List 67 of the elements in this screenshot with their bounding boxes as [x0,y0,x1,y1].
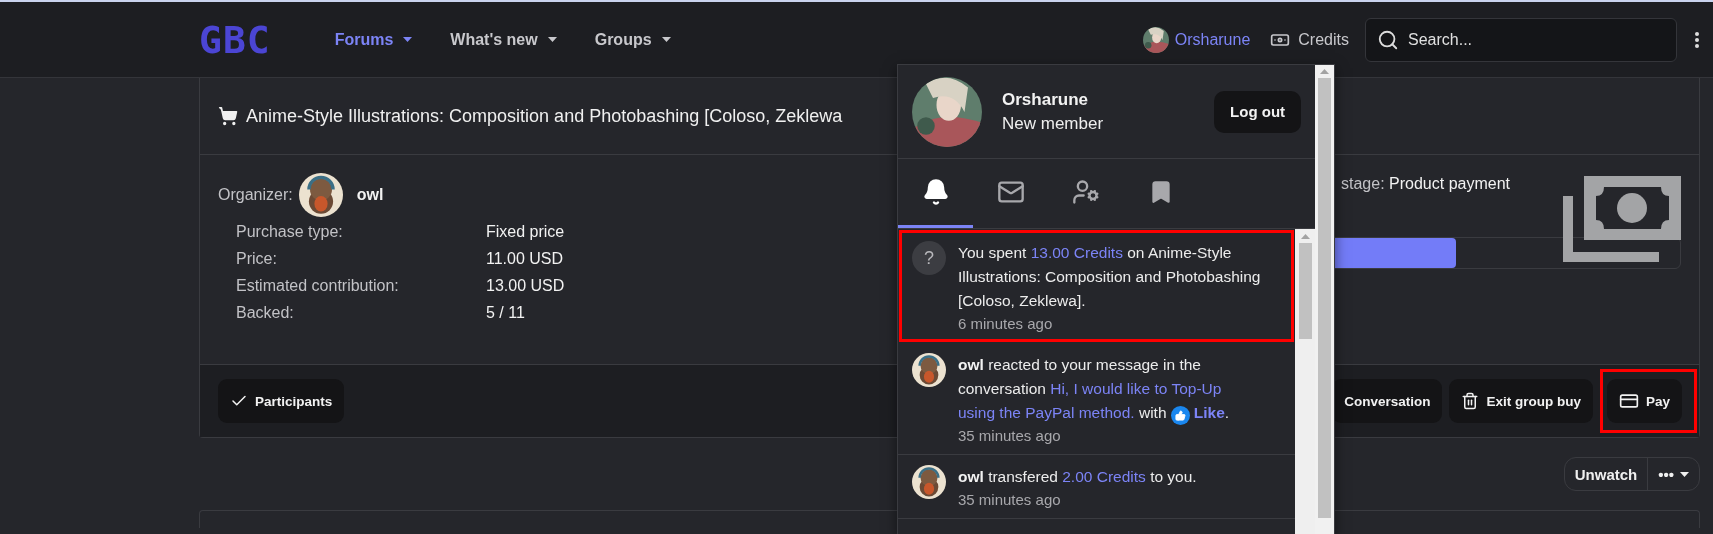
notification-text: owl reacted to your message in the conversation Hi, I would like to Top-Up using the PayPal method. with Like. [958,353,1284,425]
unwatch-button[interactable]: Unwatch [1564,458,1648,490]
caret-icon [661,37,671,42]
avatar [912,465,946,499]
bell-icon [921,178,950,206]
detail-value: 13.00 USD [486,277,566,295]
notification-text: owl transfered 2.00 Credits to you. [958,467,1198,487]
nav-tab[interactable]: Forums [330,22,417,57]
scrollbar[interactable] [1295,229,1316,534]
detail-label: Estimated contribution: [236,277,400,295]
thumbs-up-icon [1170,406,1190,425]
detail-label: Price: [236,250,278,268]
username-link[interactable]: owl [958,356,984,373]
scrollbar[interactable] [1315,65,1334,534]
nav-tab[interactable]: Groups [590,22,675,57]
link[interactable]: 13.00 Credits [1030,244,1123,261]
detail-label: Purchase type: [236,223,344,241]
caret-icon [1680,471,1689,477]
scroll-up-icon[interactable] [1320,69,1330,74]
stage-value: Product payment [1389,175,1510,192]
detail-value: 11.00 USD [486,250,565,268]
notification-time: 35 minutes ago [958,491,1062,508]
detail-value: Fixed price [486,223,566,241]
link[interactable]: using the PayPal method. [958,404,1135,421]
user-link[interactable]: Orsharune [1142,26,1251,53]
action-button[interactable]: Pay [1606,379,1682,423]
nav-tab[interactable]: What's new [446,22,561,57]
money-icon [1563,176,1681,262]
avatar [912,353,946,387]
search-field[interactable]: Search... [1365,17,1677,62]
notification[interactable]: owl transfered 2.00 Credits to you. 35 minutes ago [898,455,1296,519]
caret-icon [403,37,413,42]
organizer-label: Organizer: [218,186,293,204]
link[interactable]: Like [1193,404,1225,421]
member-role: New member [1002,113,1105,134]
member-name[interactable]: Orsharune [1002,89,1195,110]
scrollbar-thumb[interactable] [1318,78,1332,518]
notification-time: 6 minutes ago [958,315,1054,332]
stage-label: stage: [1341,175,1385,192]
notification-text: You spent 13.00 Credits on Anime-Style Illustrations: Composition and Photobashing [Coloso, Zeklewa]. [958,243,1262,311]
avatar [298,173,343,217]
trash-icon [1461,392,1480,410]
action-button[interactable]: Exit group buy [1449,379,1593,423]
credit-card-icon [1618,391,1639,411]
link[interactable]: Hi, I would like to Top-Up [1050,380,1222,397]
search-icon [1377,28,1399,51]
notification[interactable]: owl reacted to your message in the conversation Hi, I would like to Top-Up using the PayPal method. with Like. 35 minutes ago [898,343,1296,455]
detail-label: Backed: [236,304,295,322]
avatar [1142,26,1169,53]
detail-value: 5 / 11 [486,304,526,322]
thread-title: Anime-Style Illustrations: Composition and Photobashing [Coloso, Zeklewa [246,105,843,127]
logout-button[interactable]: Log out [1214,90,1302,133]
caret-icon [547,37,557,42]
more-icon [1695,31,1699,48]
credits-link[interactable]: Credits [1270,29,1349,50]
organizer-name[interactable]: owl [356,186,384,204]
more-menu-button[interactable]: ••• [1647,458,1699,490]
username-link[interactable]: owl [958,468,984,485]
link[interactable]: 2.00 Credits [1062,468,1146,485]
scrollbar-thumb[interactable] [1298,243,1312,339]
cart-icon [218,106,238,126]
user-cog-icon [1071,178,1100,206]
action-button[interactable]: Participants [218,379,345,423]
notification[interactable]: ? You spent 13.00 Credits on Anime-Style Illustrations: Composition and Photobashing [Coloso, Zeklewa]. 6 minutes ago [898,229,1296,343]
action-button[interactable]: Conversation [1332,379,1443,423]
notice-badge: ? [912,241,946,275]
notification-time: 35 minutes ago [958,427,1062,444]
